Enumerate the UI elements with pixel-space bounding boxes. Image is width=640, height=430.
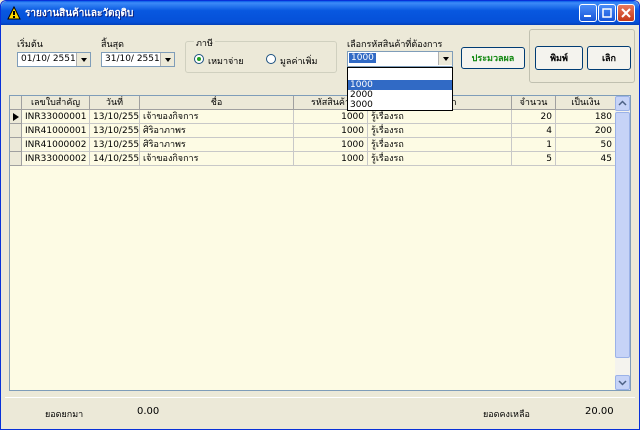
cell-voucher[interactable]: INR41000001 [22, 124, 90, 138]
current-row-icon [13, 113, 19, 121]
col-header-voucher[interactable]: เลขใบสำคัญ [22, 96, 90, 110]
vertical-scrollbar[interactable] [615, 96, 630, 390]
cell-date[interactable]: 14/10/2551 [90, 152, 140, 166]
end-date-label: สิ้นสุด [101, 40, 124, 50]
row-header[interactable] [10, 124, 22, 138]
cell-voucher[interactable]: INR33000001 [22, 110, 90, 124]
product-code-label: เลือกรหัสสินค้าที่ต้องการ [347, 40, 443, 50]
start-date-combo[interactable]: 01/10/ 2551 [17, 52, 91, 67]
minimize-button[interactable] [579, 4, 597, 22]
tax-vat-label: มูลค่าเพิ่ม [280, 57, 318, 67]
dropdown-option[interactable]: 1000 [348, 80, 452, 90]
cell-qty[interactable]: 20 [512, 110, 556, 124]
summary-bar: ยอดยกมา 0.00 ยอดคงเหลือ 20.00 [5, 397, 635, 425]
cell-voucher[interactable]: INR41000002 [22, 138, 90, 152]
minimize-icon [584, 15, 591, 17]
scroll-up-button[interactable] [615, 96, 630, 111]
close-icon [621, 8, 631, 18]
dropdown-blank[interactable] [348, 68, 452, 80]
col-header-amount[interactable]: เป็นเงิน [556, 96, 616, 110]
tax-lump-sum-radio[interactable] [194, 54, 204, 64]
report-window: รายงานสินค้าและวัตถุดิบ เริ่มต้น 01/10/ … [0, 0, 640, 430]
cell-product-code[interactable]: 1000 [294, 110, 368, 124]
cell-qty[interactable]: 4 [512, 124, 556, 138]
balance-value: 20.00 [585, 406, 614, 417]
col-header-name[interactable]: ชื่อ [140, 96, 294, 110]
chevron-down-icon[interactable] [160, 53, 174, 66]
chevron-down-icon [618, 380, 627, 386]
row-header[interactable] [10, 138, 22, 152]
tax-lump-sum-label: เหมาจ่าย [208, 57, 244, 67]
cell-amount[interactable]: 200 [556, 124, 616, 138]
chevron-up-icon [618, 100, 627, 106]
cell-product-name[interactable]: รู้เรื่องรถ [368, 152, 512, 166]
title-bar[interactable]: รายงานสินค้าและวัตถุดิบ [1, 1, 639, 25]
cell-product-code[interactable]: 1000 [294, 152, 368, 166]
scroll-down-button[interactable] [615, 375, 630, 390]
cell-product-name[interactable]: รู้เรื่องรถ [368, 124, 512, 138]
cell-product-code[interactable]: 1000 [294, 138, 368, 152]
grid-corner [10, 96, 22, 110]
cell-product-name[interactable]: รู้เรื่องรถ [368, 138, 512, 152]
maximize-icon [602, 8, 612, 18]
row-header[interactable] [10, 152, 22, 166]
col-header-qty[interactable]: จำนวน [512, 96, 556, 110]
row-header[interactable] [10, 110, 22, 124]
brought-forward-value: 0.00 [137, 406, 160, 417]
chevron-down-icon[interactable] [438, 52, 452, 65]
cell-amount[interactable]: 50 [556, 138, 616, 152]
cell-date[interactable]: 13/10/2551 [90, 138, 140, 152]
dropdown-option[interactable]: 2000 [348, 90, 452, 100]
cell-name[interactable]: ศิริอาภาพร [140, 138, 294, 152]
tax-group: ภาษี เหมาจ่าย มูลค่าเพิ่ม [185, 36, 337, 73]
print-button[interactable]: พิมพ์ [535, 46, 583, 70]
cancel-button[interactable]: เลิก [587, 46, 631, 70]
close-button[interactable] [617, 4, 635, 22]
maximize-button[interactable] [598, 4, 616, 22]
cell-amount[interactable]: 180 [556, 110, 616, 124]
cell-date[interactable]: 13/10/2551 [90, 124, 140, 138]
balance-label: ยอดคงเหลือ [483, 410, 530, 420]
col-header-date[interactable]: วันที่ [90, 96, 140, 110]
cell-qty[interactable]: 5 [512, 152, 556, 166]
cell-voucher[interactable]: INR33000002 [22, 152, 90, 166]
product-code-combo[interactable]: 1000 [347, 51, 453, 67]
dropdown-option[interactable]: 3000 [348, 100, 452, 110]
cell-name[interactable]: เจ้าของกิจการ [140, 110, 294, 124]
window-title: รายงานสินค้าและวัตถุดิบ [25, 8, 134, 19]
warning-triangle-icon [7, 6, 21, 20]
cell-name[interactable]: ศิริอาภาพร [140, 124, 294, 138]
tax-group-label: ภาษี [194, 36, 215, 50]
cell-qty[interactable]: 1 [512, 138, 556, 152]
tax-vat-radio[interactable] [266, 54, 276, 64]
report-grid[interactable]: เลขใบสำคัญ วันที่ ชื่อ รหัสสินค้า ชื่อสิ… [9, 95, 631, 391]
cell-name[interactable]: เจ้าของกิจการ [140, 152, 294, 166]
brought-forward-label: ยอดยกมา [45, 410, 84, 420]
process-button[interactable]: ประมวลผล [461, 47, 525, 69]
cell-product-code[interactable]: 1000 [294, 124, 368, 138]
end-date-combo[interactable]: 31/10/ 2551 [101, 52, 175, 67]
scroll-thumb[interactable] [615, 112, 630, 358]
cell-product-name[interactable]: รู้เรื่องรถ [368, 110, 512, 124]
chevron-down-icon[interactable] [76, 53, 90, 66]
filter-panel: เริ่มต้น 01/10/ 2551 สิ้นสุด 31/10/ 2551… [5, 29, 635, 87]
cell-date[interactable]: 13/10/2551 [90, 110, 140, 124]
product-code-dropdown[interactable]: 1000 2000 3000 [347, 67, 453, 111]
start-date-label: เริ่มต้น [17, 40, 43, 50]
cell-amount[interactable]: 45 [556, 152, 616, 166]
